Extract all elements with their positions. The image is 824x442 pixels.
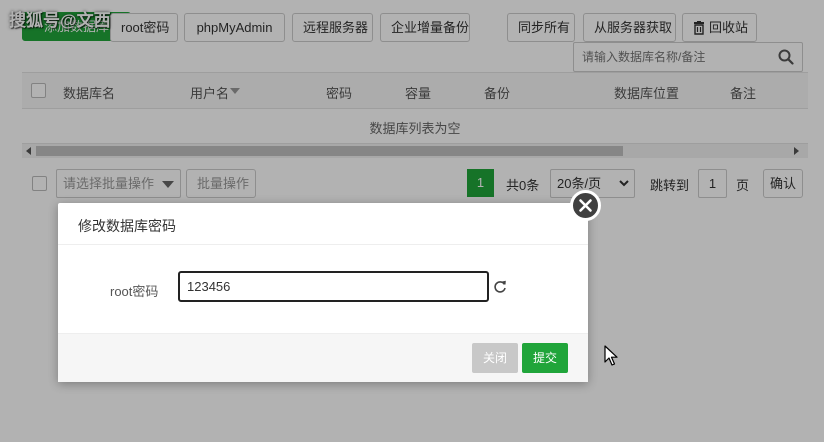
root-password-label: root密码 <box>110 284 159 299</box>
dialog-footer: 关闭 提交 <box>58 333 588 382</box>
mouse-pointer-icon <box>604 345 618 366</box>
dialog-title: 修改数据库密码 <box>78 218 176 234</box>
refresh-icon[interactable] <box>492 279 508 295</box>
dialog-body: root密码 <box>58 245 588 333</box>
submit-button[interactable]: 提交 <box>522 343 568 373</box>
root-password-input[interactable] <box>178 271 489 302</box>
close-button[interactable]: 关闭 <box>472 343 518 373</box>
close-icon[interactable] <box>570 190 601 221</box>
change-password-dialog: 修改数据库密码 root密码 关闭 提交 <box>58 203 588 382</box>
dialog-header: 修改数据库密码 <box>58 203 588 245</box>
